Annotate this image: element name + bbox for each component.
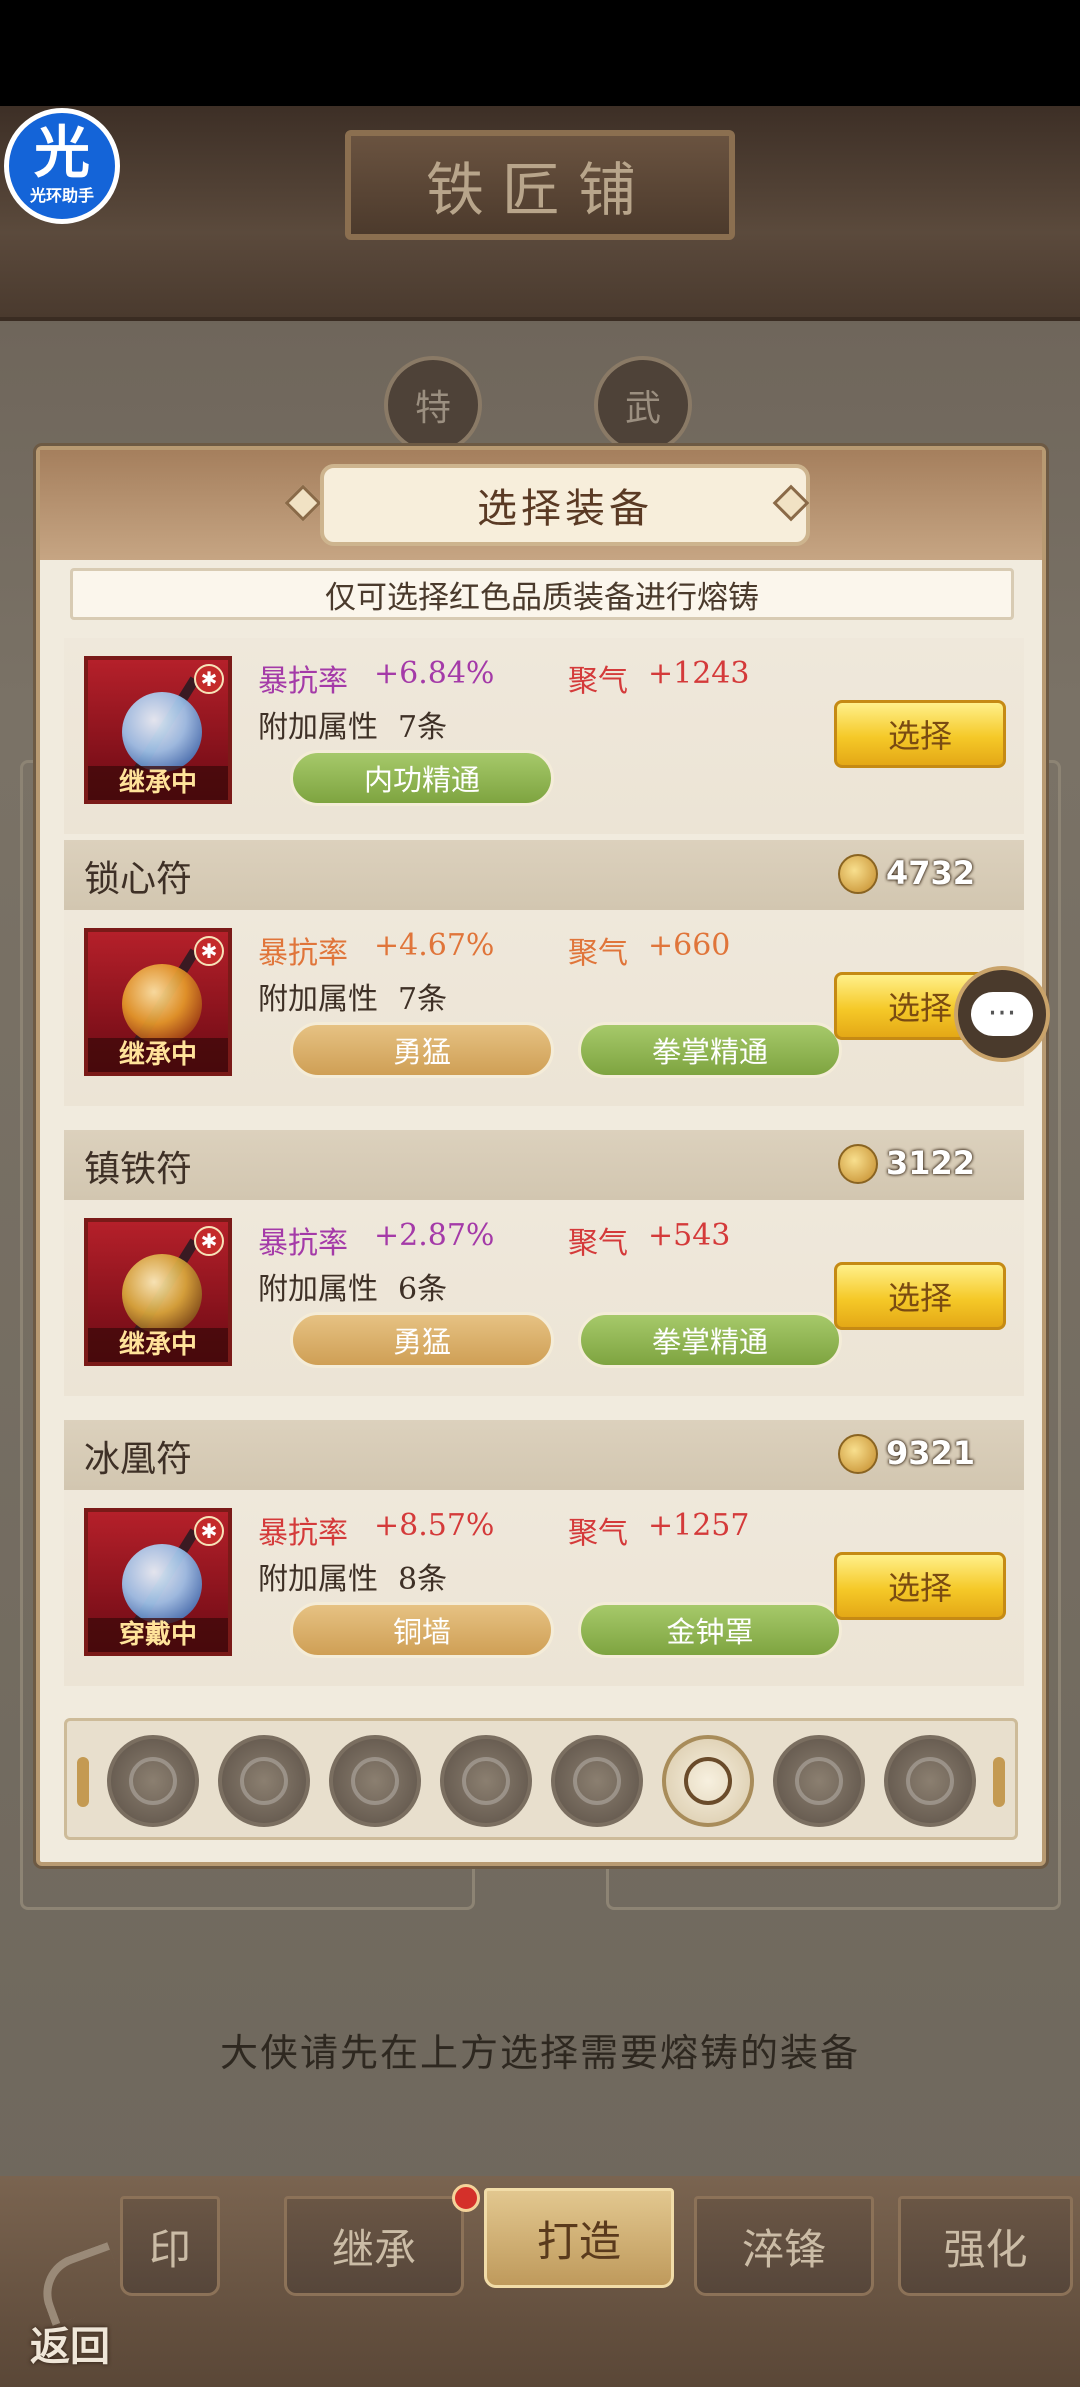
bg-circle-right: 武 bbox=[594, 356, 692, 454]
shop-sign: 铁匠铺 bbox=[345, 130, 735, 240]
stat2-value: +1243 bbox=[648, 656, 750, 691]
item-header: 锁心符 4732 bbox=[64, 840, 1024, 910]
stat2-value: +1257 bbox=[648, 1508, 750, 1543]
item-name: 锁心符 bbox=[84, 859, 193, 900]
stat2-label: 聚气 bbox=[568, 664, 628, 699]
quality-notice: 仅可选择红色品质装备进行熔铸 bbox=[70, 568, 1014, 620]
armor-slot-icon[interactable] bbox=[329, 1735, 421, 1827]
stat2-label: 聚气 bbox=[568, 936, 628, 971]
back-button[interactable]: 返回 bbox=[30, 2242, 140, 2374]
equipment-slot-bar bbox=[64, 1718, 1018, 1840]
belt-slot-icon[interactable] bbox=[551, 1735, 643, 1827]
boots-slot-icon[interactable] bbox=[440, 1735, 532, 1827]
stat2-label: 聚气 bbox=[568, 1226, 628, 1261]
stat2-value: +660 bbox=[648, 928, 731, 963]
badge-label: 光环助手 bbox=[29, 186, 94, 205]
tab-inherit[interactable]: 继承 bbox=[284, 2196, 464, 2296]
tab-temper[interactable]: 淬锋 bbox=[694, 2196, 874, 2296]
extra-attr-count: 7条 bbox=[398, 982, 448, 1017]
select-button[interactable]: 选择 bbox=[834, 1552, 1006, 1620]
talisman-slot-icon[interactable] bbox=[662, 1735, 754, 1827]
item-header: 镇铁符 3122 bbox=[64, 1130, 1024, 1200]
extra-attr-label: 附加属性 bbox=[258, 982, 378, 1017]
item-header: 冰凰符 9321 bbox=[64, 1420, 1024, 1490]
chat-bubble-icon: ··· bbox=[971, 992, 1033, 1036]
equipment-thumbnail[interactable]: ✱ 继承中 bbox=[84, 1218, 232, 1366]
item-name: 冰凰符 bbox=[84, 1439, 193, 1480]
item-body: ✱ 继承中 暴抗率 +2.87% 聚气 +543 附加属性 6条 勇猛 拳掌精通… bbox=[64, 1200, 1024, 1396]
extra-attr-label: 附加属性 bbox=[258, 1562, 378, 1597]
stat1-value: +8.57% bbox=[374, 1508, 495, 1543]
helmet-slot-icon[interactable] bbox=[218, 1735, 310, 1827]
attr-tag: 拳掌精通 bbox=[578, 1022, 842, 1078]
stat1-label: 暴抗率 bbox=[258, 664, 348, 699]
weapon-slot-icon[interactable] bbox=[107, 1735, 199, 1827]
equip-status: 继承中 bbox=[88, 1038, 228, 1072]
equip-status: 继承中 bbox=[88, 1328, 228, 1362]
back-label: 返回 bbox=[30, 2323, 110, 2370]
extra-attr-count: 6条 bbox=[398, 1272, 448, 1307]
notification-dot bbox=[452, 2184, 480, 2212]
badge-glyph: 光 bbox=[34, 121, 90, 186]
coin-icon bbox=[838, 1434, 878, 1474]
assistant-badge[interactable]: 光 光环助手 bbox=[4, 108, 120, 224]
coin-icon bbox=[838, 854, 878, 894]
coin-icon bbox=[838, 1144, 878, 1184]
attr-tag: 铜墙 bbox=[290, 1602, 554, 1658]
chat-button[interactable]: ··· bbox=[954, 966, 1050, 1062]
status-bar bbox=[0, 0, 1080, 106]
equipment-list[interactable]: ✱ 继承中 暴抗率 +6.84% 聚气 +1243 附加属性 7条 内功精通 选… bbox=[64, 626, 1024, 1706]
equip-status: 穿戴中 bbox=[88, 1618, 228, 1652]
rank-icon: ✱ bbox=[194, 1516, 224, 1546]
item-price: 4732 bbox=[886, 854, 976, 892]
rank-icon: ✱ bbox=[194, 664, 224, 694]
tab-strengthen[interactable]: 强化 bbox=[898, 2196, 1073, 2296]
ornament-icon bbox=[284, 484, 322, 522]
select-equipment-dialog: 选择装备 仅可选择红色品质装备进行熔铸 ✱ 继承中 暴抗率 +6.84% 聚气 … bbox=[36, 446, 1046, 1866]
forge-hint: 大侠请先在上方选择需要熔铸的装备 bbox=[219, 2031, 860, 2075]
tab-forge[interactable]: 打造 bbox=[484, 2188, 674, 2288]
extra-attr-count: 8条 bbox=[398, 1562, 448, 1597]
item-price: 9321 bbox=[886, 1434, 976, 1472]
attr-tag: 拳掌精通 bbox=[578, 1312, 842, 1368]
item-body: ✱ 穿戴中 暴抗率 +8.57% 聚气 +1257 附加属性 8条 铜墙 金钟罩… bbox=[64, 1490, 1024, 1686]
extra-attr-label: 附加属性 bbox=[258, 710, 378, 745]
stat1-label: 暴抗率 bbox=[258, 1226, 348, 1261]
ring-slot-icon[interactable] bbox=[884, 1735, 976, 1827]
attr-tag: 金钟罩 bbox=[578, 1602, 842, 1658]
select-button[interactable]: 选择 bbox=[834, 1262, 1006, 1330]
select-button[interactable]: 选择 bbox=[834, 700, 1006, 768]
attr-tag: 勇猛 bbox=[290, 1022, 554, 1078]
extra-attr-label: 附加属性 bbox=[258, 1272, 378, 1307]
equipment-thumbnail[interactable]: ✱ 穿戴中 bbox=[84, 1508, 232, 1656]
equipment-thumbnail[interactable]: ✱ 继承中 bbox=[84, 928, 232, 1076]
dialog-header: 选择装备 bbox=[40, 450, 1042, 560]
scroll-slot-icon[interactable] bbox=[773, 1735, 865, 1827]
attr-tag: 勇猛 bbox=[290, 1312, 554, 1368]
stat1-label: 暴抗率 bbox=[258, 1516, 348, 1551]
bg-circle-left: 特 bbox=[384, 356, 482, 454]
rank-icon: ✱ bbox=[194, 1226, 224, 1256]
item-body: ✱ 继承中 暴抗率 +6.84% 聚气 +1243 附加属性 7条 内功精通 选… bbox=[64, 638, 1024, 834]
attr-tag: 内功精通 bbox=[290, 750, 554, 806]
rank-icon: ✱ bbox=[194, 936, 224, 966]
stat1-value: +6.84% bbox=[374, 656, 495, 691]
stat1-label: 暴抗率 bbox=[258, 936, 348, 971]
item-body: ✱ 继承中 暴抗率 +4.67% 聚气 +660 附加属性 7条 勇猛 拳掌精通… bbox=[64, 910, 1024, 1106]
dialog-title: 选择装备 bbox=[320, 464, 810, 546]
equipment-thumbnail[interactable]: ✱ 继承中 bbox=[84, 656, 232, 804]
stat1-value: +4.67% bbox=[374, 928, 495, 963]
extra-attr-count: 7条 bbox=[398, 710, 448, 745]
item-name: 镇铁符 bbox=[84, 1149, 193, 1190]
equip-status: 继承中 bbox=[88, 766, 228, 800]
stat2-label: 聚气 bbox=[568, 1516, 628, 1551]
stat1-value: +2.87% bbox=[374, 1218, 495, 1253]
item-price: 3122 bbox=[886, 1144, 976, 1182]
stat2-value: +543 bbox=[648, 1218, 731, 1253]
